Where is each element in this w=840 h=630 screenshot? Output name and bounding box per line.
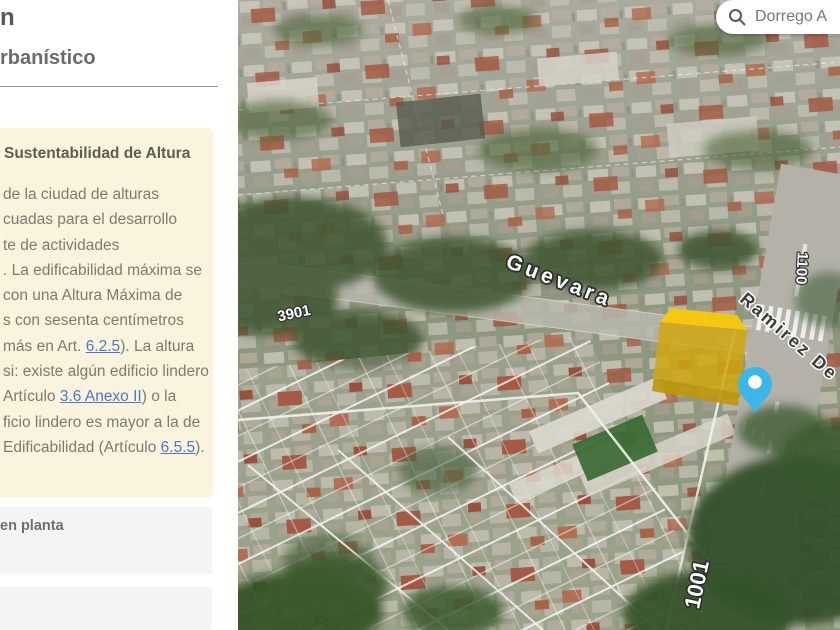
search-icon	[728, 8, 746, 26]
aerial-map[interactable]: Guevara Ramirez De Ve 1100 3901 1001	[238, 0, 840, 630]
section-collapsed[interactable]	[0, 587, 212, 630]
sidebar-panel: n rbanístico Sustentabilidad de Altura d…	[0, 0, 238, 630]
header-divider	[0, 86, 218, 87]
note-line: . La edificabilidad máxima se	[3, 258, 213, 283]
search-bar[interactable]: Dorrego A	[716, 0, 840, 34]
note-line: más en Art. 6.2.5). La altura	[3, 334, 213, 359]
link-art-6-2-5[interactable]: 6.2.5	[86, 338, 120, 355]
link-art-6-5-5[interactable]: 6.5.5	[161, 439, 195, 456]
app-window: Guevara Ramirez De Ve 1100 3901 1001 Dor…	[0, 0, 840, 630]
note-line: de la ciudad de alturas	[3, 182, 213, 207]
note-line: si: existe algún edificio lindero	[3, 359, 213, 384]
link-art-3-6-anexo-ii[interactable]: 3.6 Anexo II	[60, 388, 142, 405]
note-line: Artículo 3.6 Anexo II) o la	[3, 384, 213, 409]
note-line: s con sesenta centímetros	[3, 308, 213, 333]
page-title-fragment: n	[0, 4, 15, 32]
section-label	[0, 587, 212, 598]
search-query: Dorrego A	[755, 8, 827, 26]
page-subtitle-fragment: rbanístico	[0, 47, 96, 70]
note-line: con una Altura Máxima de	[3, 283, 213, 308]
map-viewport[interactable]: Guevara Ramirez De Ve 1100 3901 1001	[238, 0, 840, 630]
note-line: cuadas para el desarrollo	[3, 207, 213, 232]
note-line: te de actividades	[3, 233, 213, 258]
note-line: Edificabilidad (Artículo 6.5.5).	[3, 435, 213, 460]
building-highlight-block[interactable]	[652, 308, 747, 406]
note-line: ficio lindero es mayor a la de	[3, 410, 213, 435]
number-label-1100: 1100	[792, 252, 811, 285]
sustainability-note-panel: Sustentabilidad de Altura de la ciudad d…	[0, 128, 213, 497]
section-label: en planta	[0, 507, 212, 534]
note-body: de la ciudad de alturas cuadas para el d…	[3, 182, 213, 460]
section-en-planta[interactable]: en planta	[0, 507, 212, 574]
note-heading: Sustentabilidad de Altura	[4, 145, 213, 163]
